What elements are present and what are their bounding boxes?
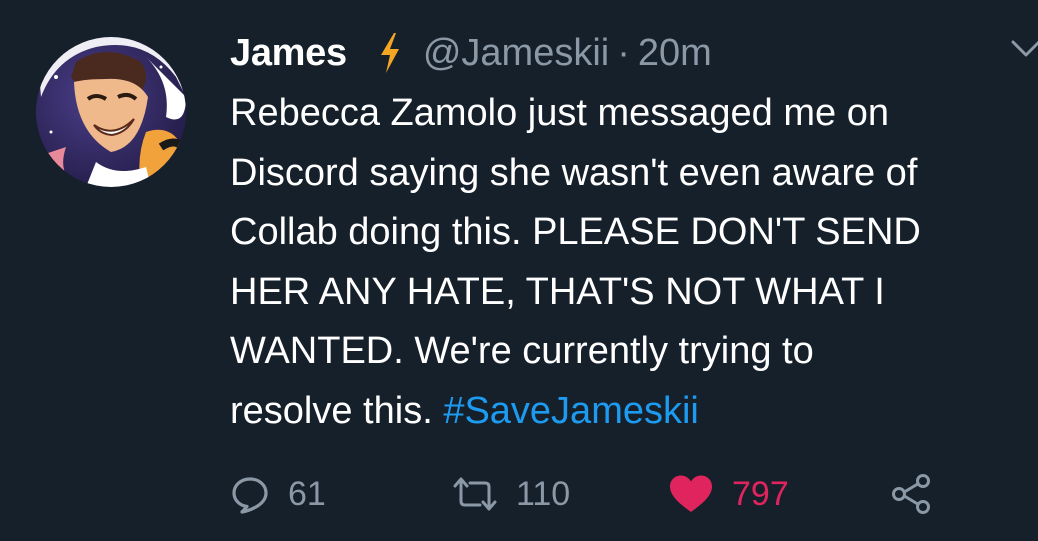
reply-bubble-icon <box>232 477 268 514</box>
tweet-text: Rebecca Zamolo just messaged me on Disco… <box>230 84 1030 442</box>
tweet-text-line: HER ANY HATE, THAT'S NOT WHAT I <box>230 270 885 313</box>
tweet-text-line: WANTED. We're currently trying to <box>230 330 814 373</box>
tweet-text-line: Rebecca Zamolo just messaged me on <box>230 92 889 134</box>
retweet-count: 110 <box>516 474 571 513</box>
chevron-down-icon[interactable] <box>1010 38 1038 62</box>
tweet-text-line: resolve this. #SaveJameskii <box>230 382 1030 442</box>
lightning-bolt-icon <box>377 31 403 75</box>
tweet-text-line: Collab doing this. PLEASE DON'T SEND <box>230 211 921 254</box>
tweet[interactable]: James @Jameskii · 20m Rebecca Zamolo jus… <box>0 0 1038 541</box>
like-count: 797 <box>732 474 789 513</box>
reply-count: 61 <box>288 474 326 513</box>
like-button[interactable]: 797 <box>668 466 789 522</box>
share-button[interactable] <box>890 466 932 522</box>
tweet-text-line: Discord saying she wasn't even aware of <box>230 151 918 194</box>
separator-dot: · <box>617 31 630 74</box>
hashtag-link[interactable]: #SaveJameskii <box>443 390 699 432</box>
avatar-illustration <box>36 37 186 187</box>
tweet-header: James @Jameskii · 20m <box>230 28 712 78</box>
author-handle[interactable]: @Jameskii <box>423 32 609 75</box>
share-icon <box>892 474 930 514</box>
heart-icon <box>670 475 712 512</box>
tweet-text-segment: resolve this. <box>230 389 444 432</box>
reply-button[interactable]: 61 <box>230 466 326 522</box>
retweet-button[interactable]: 110 <box>452 466 570 522</box>
retweet-icon <box>453 477 497 511</box>
tweet-actions: 61 110 797 <box>230 466 1030 522</box>
author-name[interactable]: James <box>230 32 347 75</box>
avatar[interactable] <box>36 37 186 187</box>
tweet-timestamp[interactable]: 20m <box>638 32 712 75</box>
